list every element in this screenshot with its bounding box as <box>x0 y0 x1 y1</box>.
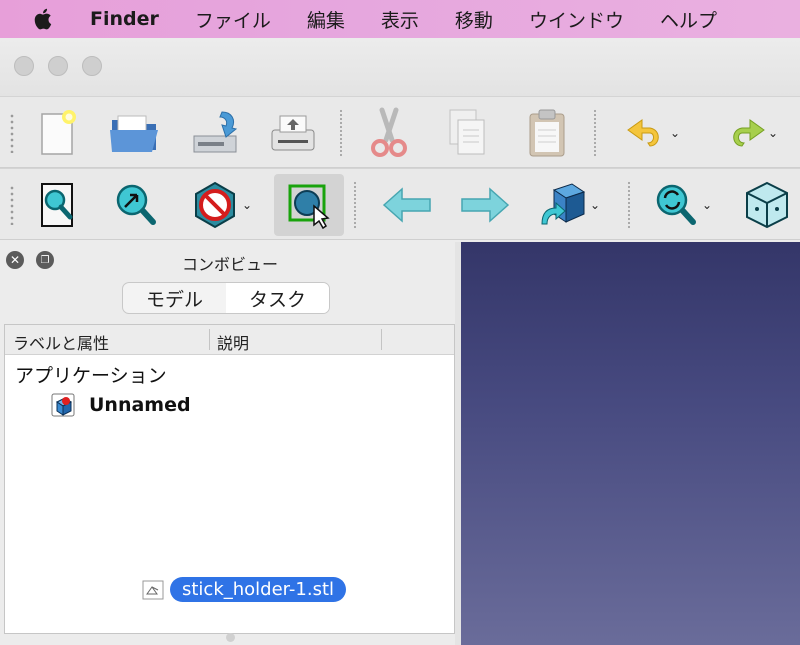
document-icon <box>51 393 75 417</box>
undo-icon <box>627 119 659 147</box>
copy-icon <box>449 109 485 155</box>
nav-forward-button[interactable] <box>450 174 520 236</box>
chevron-down-icon[interactable]: ⌄ <box>768 126 778 140</box>
menu-bar: Finder ファイル 編集 表示 移動 ウインドウ ヘルプ <box>0 0 800 38</box>
axonometric-cube-icon <box>746 181 788 229</box>
column-header-label[interactable]: ラベルと属性 <box>13 330 109 354</box>
tab-tasks[interactable]: タスク <box>226 283 329 313</box>
tree-item-document[interactable]: Unnamed <box>89 394 191 416</box>
tree-header: ラベルと属性 説明 <box>5 325 454 355</box>
apple-icon[interactable] <box>34 7 68 31</box>
close-window-button[interactable] <box>14 56 34 76</box>
tab-model[interactable]: モデル <box>123 283 226 313</box>
redo-button[interactable]: ⌄ <box>710 102 780 164</box>
title-bar <box>0 38 800 96</box>
bounding-box-button[interactable] <box>274 174 344 236</box>
menu-view[interactable]: 表示 <box>381 6 419 33</box>
zoom-window-button[interactable] <box>82 56 102 76</box>
standard-views-button[interactable]: ⌄ <box>528 174 600 236</box>
menu-file[interactable]: ファイル <box>195 6 271 33</box>
toolbar-separator <box>354 181 356 229</box>
open-button[interactable] <box>100 102 170 164</box>
stl-file-icon <box>142 580 164 600</box>
nav-back-button[interactable] <box>372 174 442 236</box>
chevron-down-icon[interactable]: ⌄ <box>702 198 712 212</box>
axonometric-view-button[interactable] <box>732 174 800 236</box>
scissors-icon <box>371 107 407 157</box>
column-header-description[interactable]: 説明 <box>217 330 249 354</box>
draw-style-button[interactable]: ⌄ <box>180 174 252 236</box>
combo-view-panel: ✕ ❐ コンボビュー モデル タスク ラベルと属性 説明 アプリケーション Un… <box>0 242 460 645</box>
copy-button[interactable] <box>432 102 502 164</box>
fit-selection-button[interactable] <box>100 174 170 236</box>
arrow-left-icon <box>382 187 431 223</box>
sync-view-button[interactable]: ⌄ <box>640 174 712 236</box>
chevron-down-icon[interactable]: ⌄ <box>670 126 680 140</box>
toolbar-separator <box>628 181 630 229</box>
toolbar-grip[interactable] <box>10 185 14 225</box>
view-toolbar: ⌄ ⌄ ⌄ <box>0 168 800 240</box>
draw-style-icon <box>195 181 235 229</box>
toolbar-separator <box>340 109 342 157</box>
toolbar-grip[interactable] <box>10 113 14 153</box>
standard-views-icon <box>541 183 586 225</box>
3d-viewport[interactable] <box>461 242 800 645</box>
arrow-right-icon <box>461 187 510 223</box>
save-icon <box>193 111 238 153</box>
dragged-file[interactable]: stick_holder-1.stl <box>142 577 347 602</box>
combo-tabs: モデル タスク <box>122 282 330 314</box>
fit-all-button[interactable] <box>22 174 92 236</box>
panel-resize-handle[interactable] <box>226 633 235 642</box>
open-folder-icon <box>110 115 158 152</box>
save-button[interactable] <box>180 102 250 164</box>
menu-edit[interactable]: 編集 <box>307 6 345 33</box>
printer-icon <box>271 115 315 151</box>
new-document-button[interactable] <box>22 102 92 164</box>
tree-item-application[interactable]: アプリケーション <box>15 361 167 388</box>
undo-button[interactable]: ⌄ <box>612 102 682 164</box>
menu-window[interactable]: ウインドウ <box>529 6 624 33</box>
file-toolbar: ⌄ ⌄ <box>0 96 800 168</box>
menu-app-finder[interactable]: Finder <box>90 8 159 30</box>
menu-go[interactable]: 移動 <box>455 6 493 33</box>
new-document-icon <box>41 110 76 155</box>
fit-selection-icon <box>116 184 156 225</box>
minimize-window-button[interactable] <box>48 56 68 76</box>
paste-button[interactable] <box>512 102 582 164</box>
column-divider[interactable] <box>209 329 210 350</box>
sync-view-icon <box>656 184 696 225</box>
column-divider[interactable] <box>381 329 382 350</box>
combo-view-header: ✕ ❐ コンボビュー <box>0 242 460 278</box>
menu-help[interactable]: ヘルプ <box>660 6 717 33</box>
toolbar-separator <box>594 109 596 157</box>
cut-button[interactable] <box>354 102 424 164</box>
bounding-box-icon <box>288 184 330 230</box>
dragged-filename: stick_holder-1.stl <box>170 577 347 602</box>
clipboard-icon <box>529 109 565 157</box>
chevron-down-icon[interactable]: ⌄ <box>242 198 252 212</box>
print-button[interactable] <box>258 102 328 164</box>
fit-all-icon <box>41 183 73 227</box>
chevron-down-icon[interactable]: ⌄ <box>590 198 600 212</box>
redo-icon <box>733 119 765 147</box>
combo-view-title: コンボビュー <box>181 255 278 274</box>
